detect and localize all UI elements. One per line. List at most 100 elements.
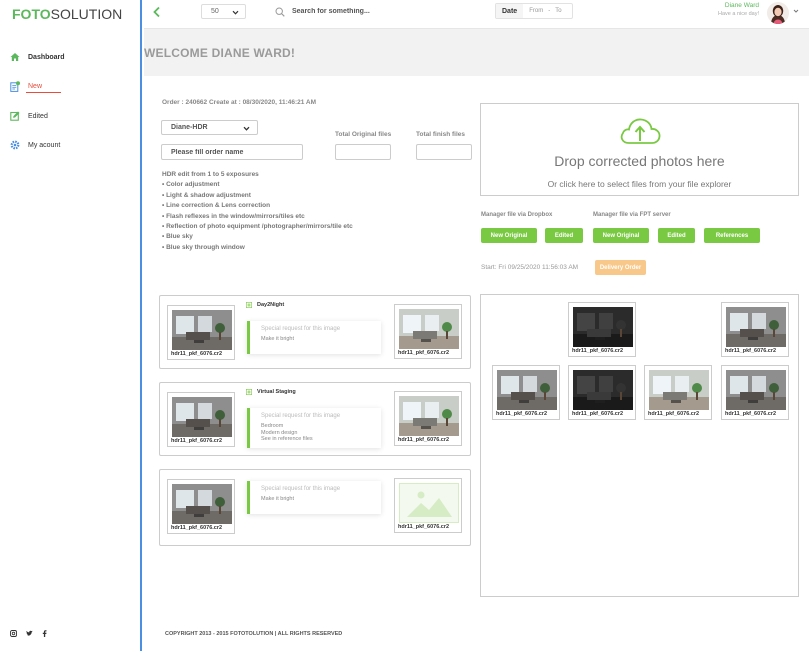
delivery-order-button[interactable]: Delivery Order	[595, 260, 646, 275]
original-thumbnail[interactable]: hdr11_pkf_6076.cr2	[167, 479, 235, 534]
references-button[interactable]: References	[704, 228, 760, 243]
plus-icon[interactable]	[246, 302, 253, 309]
photo-thumbnail	[172, 397, 232, 437]
special-request-note[interactable]: Special request for this image Make it br…	[247, 321, 381, 354]
feature-item: HDR edit from 1 to 5 exposures	[162, 171, 259, 178]
date-from[interactable]: From	[529, 8, 543, 14]
request-panel: hdr11_pkf_6076.cr2 hdr11_pkf_6076.cr2 Day2…	[159, 295, 471, 369]
photo-thumbnail	[649, 370, 709, 410]
date-label: Date	[496, 4, 524, 18]
file-name: hdr11_pkf_6076.cr2	[572, 348, 624, 354]
feature-item: • Color adjustment	[162, 181, 220, 189]
sidebar-item-dashboard[interactable]: Dashboard	[10, 50, 65, 64]
total-original-input[interactable]	[335, 144, 391, 160]
order-info: Order : 240662 Create at : 08/30/2020, 1…	[162, 99, 317, 106]
service-name: Virtual Staging	[257, 389, 296, 395]
new-document-icon	[10, 80, 20, 92]
cloud-upload-icon	[618, 115, 662, 147]
total-original-label: Total Original files	[335, 131, 392, 138]
search-input[interactable]	[292, 8, 412, 15]
gallery-thumbnail[interactable]: hdr11_pkf_6076.cr2	[644, 365, 712, 420]
photo-thumbnail	[726, 307, 786, 347]
total-finish-label: Total finish files	[416, 131, 465, 138]
home-icon	[10, 52, 20, 62]
instagram-icon[interactable]	[10, 630, 17, 637]
avatar[interactable]	[767, 2, 789, 24]
gallery-thumbnail[interactable]: hdr11_pkf_6076.cr2	[568, 365, 636, 420]
original-thumbnail[interactable]: hdr11_pkf_6076.cr2	[167, 305, 235, 360]
file-name: hdr11_pkf_6076.cr2	[398, 524, 450, 530]
request-panel: hdr11_pkf_6076.cr2 hdr11_pkf_6076.cr2 Spec…	[159, 469, 471, 546]
feature-item: • Line correction & Lens correction	[162, 202, 271, 210]
user-menu[interactable]: Diane Ward Have a nice day!	[718, 2, 799, 24]
service-tag: Day2Night	[246, 302, 285, 309]
photo-thumbnail	[172, 310, 232, 350]
active-nav-underline	[26, 92, 61, 93]
gallery-thumbnail[interactable]: hdr11_pkf_6076.cr2	[721, 302, 789, 357]
sidebar-item-label: New	[28, 82, 43, 90]
order-name-input[interactable]	[161, 144, 303, 160]
search-bar	[275, 4, 425, 19]
result-thumbnail[interactable]: hdr11_pkf_6076.cr2	[394, 304, 462, 359]
edit-icon	[10, 111, 20, 121]
footer-copyright: COPYRIGHT 2013 - 2015 FOTOTOLUTION | ALL…	[165, 631, 343, 637]
date-separator: -	[548, 8, 551, 14]
date-to[interactable]: To	[555, 8, 561, 14]
page-size-select[interactable]: 50	[201, 4, 246, 19]
file-name: hdr11_pkf_6076.cr2	[496, 411, 548, 417]
file-name: hdr11_pkf_6076.cr2	[171, 351, 223, 357]
file-name: hdr11_pkf_6076.cr2	[171, 525, 223, 531]
social-links	[10, 630, 49, 637]
plus-icon[interactable]	[246, 389, 253, 396]
user-greeting: Have a nice day!	[718, 11, 759, 17]
note-placeholder: Special request for this image	[261, 326, 341, 332]
sidebar-item-label: Dashboard	[28, 53, 65, 61]
photo-thumbnail	[172, 484, 232, 524]
file-name: hdr11_pkf_6076.cr2	[725, 348, 777, 354]
feature-item: • Blue sky	[162, 233, 193, 241]
sidebar-item-my-account[interactable]: My acount	[10, 138, 60, 152]
facebook-icon[interactable]	[42, 630, 49, 637]
gallery-thumbnail[interactable]: hdr11_pkf_6076.cr2	[568, 302, 636, 357]
file-name: hdr11_pkf_6076.cr2	[398, 437, 450, 443]
dropbox-edited-button[interactable]: Edited	[545, 228, 583, 243]
special-request-note[interactable]: Special request for this image Make it br…	[247, 481, 381, 514]
sidebar-item-new[interactable]: New	[10, 79, 42, 93]
gallery-thumbnail[interactable]: hdr11_pkf_6076.cr2	[492, 365, 560, 420]
note-placeholder: Special request for this image	[261, 413, 341, 419]
feature-item: • Light & shadow adjustment	[162, 191, 251, 199]
special-request-note[interactable]: Special request for this image Bedroom Mo…	[247, 408, 381, 448]
drop-zone-subtitle: Or click here to select files from your …	[547, 179, 732, 189]
brand-logo[interactable]: FOTOSOLUTION	[12, 6, 122, 22]
total-finish-input[interactable]	[416, 144, 472, 160]
sidebar-item-edited[interactable]: Edited	[10, 109, 48, 123]
back-chevron-icon[interactable]	[152, 6, 162, 18]
result-thumbnail[interactable]: hdr11_pkf_6076.cr2	[394, 478, 462, 533]
photo-drop-zone[interactable]: Drop corrected photos here Or click here…	[480, 103, 799, 196]
gallery-thumbnail[interactable]: hdr11_pkf_6076.cr2	[721, 365, 789, 420]
user-name: Diane Ward	[724, 2, 759, 9]
original-thumbnail[interactable]: hdr11_pkf_6076.cr2	[167, 392, 235, 447]
request-panel: hdr11_pkf_6076.cr2 hdr11_pkf_6076.cr2 Virt…	[159, 382, 471, 456]
ftp-new-original-button[interactable]: New Original	[593, 228, 649, 243]
result-thumbnail[interactable]: hdr11_pkf_6076.cr2	[394, 391, 462, 446]
service-name: Day2Night	[257, 302, 285, 308]
photo-thumbnail	[399, 309, 459, 349]
file-name: hdr11_pkf_6076.cr2	[398, 350, 450, 356]
file-name: hdr11_pkf_6076.cr2	[171, 438, 223, 444]
sidebar: FOTOSOLUTION Dashboard New Edited My aco…	[0, 0, 142, 651]
feature-item: • Reflection of photo equipment /photogr…	[162, 223, 353, 231]
photo-thumbnail	[573, 307, 633, 347]
chevron-down-icon	[243, 124, 250, 131]
dropbox-new-original-button[interactable]: New Original	[481, 228, 537, 243]
twitter-icon[interactable]	[26, 630, 33, 637]
photo-thumbnail	[399, 483, 459, 523]
note-text: Make it bright	[261, 496, 295, 502]
chevron-down-icon	[232, 8, 239, 15]
ftp-edited-button[interactable]: Edited	[658, 228, 695, 243]
preset-select[interactable]: Diane-HDR	[161, 120, 258, 135]
date-range-filter[interactable]: Date From - To	[495, 3, 573, 19]
note-text: Bedroom Modern design See in reference f…	[261, 423, 313, 443]
sidebar-item-label: My acount	[28, 141, 61, 149]
photo-thumbnail	[573, 370, 633, 410]
